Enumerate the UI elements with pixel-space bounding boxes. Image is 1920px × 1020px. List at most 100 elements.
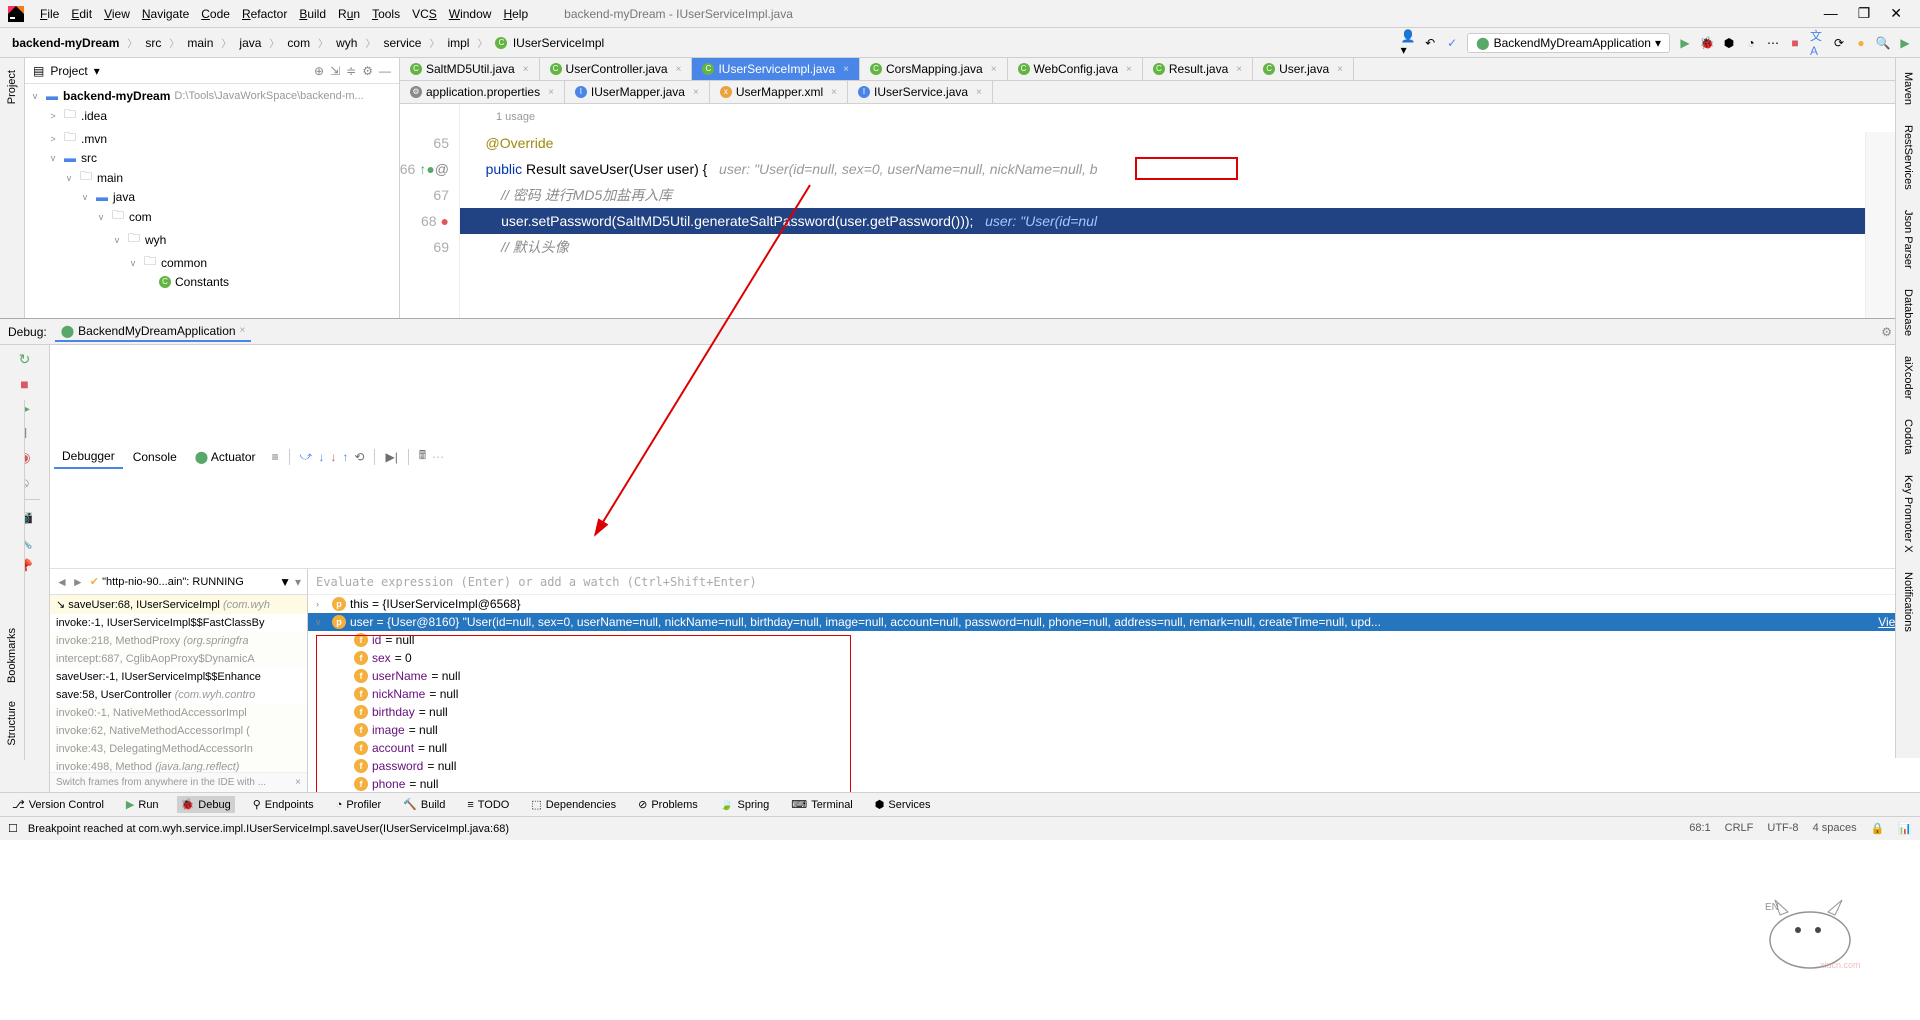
tool-spring[interactable]: 🍃 Spring <box>716 796 774 813</box>
sidebar-bookmarks[interactable]: Bookmarks <box>4 624 20 687</box>
tree-node[interactable]: v▬src <box>29 150 395 166</box>
step-into-icon[interactable]: ↓ <box>318 450 324 464</box>
frame-row[interactable]: invoke:62, NativeMethodAccessorImpl ( <box>50 722 307 740</box>
select-opened-icon[interactable]: ⊕ <box>314 64 324 78</box>
frame-row[interactable]: invoke:498, Method (java.lang.reflect) <box>50 758 307 772</box>
tool-version-control[interactable]: ⎇ Version Control <box>8 796 108 813</box>
debug-icon[interactable]: 🐞 <box>1700 36 1714 50</box>
stop-icon[interactable]: ■ <box>1788 36 1802 50</box>
menu-view[interactable]: View <box>98 5 136 23</box>
menu-run[interactable]: Run <box>332 5 366 23</box>
editor-tab[interactable]: CWebConfig.java× <box>1008 58 1143 80</box>
editor-tab[interactable]: CUser.java× <box>1253 58 1354 80</box>
expand-all-icon[interactable]: ⇲ <box>330 64 340 78</box>
trace-icon[interactable]: ⋯ <box>432 450 444 464</box>
search-icon[interactable]: 🔍 <box>1876 36 1890 50</box>
frame-row[interactable]: ↘ saveUser:68, IUserServiceImpl (com.wyh <box>50 595 307 614</box>
thread-selector[interactable]: ✔ "http-nio-90...ain": RUNNING <box>88 573 275 590</box>
avatar-icon[interactable]: ● <box>1854 36 1868 50</box>
tree-node[interactable]: v🗀common <box>29 251 395 274</box>
translate-icon[interactable]: 文A <box>1810 36 1824 50</box>
line-separator[interactable]: CRLF <box>1725 822 1754 835</box>
evaluate-icon[interactable]: 🖩 <box>419 446 426 467</box>
frame-row[interactable]: intercept:687, CglibAopProxy$DynamicA <box>50 650 307 668</box>
console-tab[interactable]: Console <box>125 446 185 468</box>
drop-frame-icon[interactable]: ⟲ <box>354 450 364 464</box>
menu-tools[interactable]: Tools <box>366 5 406 23</box>
tool-profiler[interactable]: ◔ Profiler <box>332 797 386 813</box>
menu-code[interactable]: Code <box>195 5 236 23</box>
menu-vcs[interactable]: VCS <box>406 5 443 23</box>
breadcrumb[interactable]: backend-myDream〉 src〉 main〉 java〉 com〉 w… <box>8 35 608 51</box>
tool-services[interactable]: ⬢ Services <box>871 796 935 813</box>
sidebar-structure[interactable]: Structure <box>4 697 20 750</box>
menu-window[interactable]: Window <box>443 5 498 23</box>
editor-tab[interactable]: CCorsMapping.java× <box>860 58 1008 80</box>
usage-hint[interactable]: 1 usage <box>460 104 1920 130</box>
editor-body[interactable]: ✔ 65 66 ↑● @ 67 68 ● 69 1 usage @Overrid… <box>400 104 1920 318</box>
close-icon[interactable]: ✕ <box>1890 5 1902 22</box>
frame-row[interactable]: saveUser:-1, IUserServiceImpl$$Enhance <box>50 668 307 686</box>
editor-tab[interactable]: ⚙application.properties× <box>400 81 565 103</box>
tool-build[interactable]: 🔨 Build <box>399 796 449 813</box>
tree-node[interactable]: >🗀.idea <box>29 104 395 127</box>
var-user[interactable]: vp user = {User@8160} "User(id=null, sex… <box>308 613 1920 631</box>
sidebar-aixcoder[interactable]: aiXcoder <box>1900 350 1916 405</box>
var-this[interactable]: ›p this = {IUserServiceImpl@6568} <box>308 595 1920 613</box>
frame-row[interactable]: invoke0:-1, NativeMethodAccessorImpl <box>50 704 307 722</box>
debugger-tab[interactable]: Debugger <box>54 445 123 469</box>
editor-tab[interactable]: CUserController.java× <box>540 58 693 80</box>
refresh-icon[interactable]: ⟳ <box>1832 36 1846 50</box>
frame-row[interactable]: invoke:218, MethodProxy (org.springfra <box>50 632 307 650</box>
codota-icon[interactable]: ▶ <box>1898 36 1912 50</box>
rerun-icon[interactable]: ↻ <box>19 351 31 368</box>
tool-run[interactable]: ▶ Run <box>122 796 163 813</box>
sidebar-maven[interactable]: Maven <box>1900 66 1916 111</box>
tree-node[interactable]: v🗀com <box>29 205 395 228</box>
step-over-icon[interactable]: ⤻ <box>300 449 313 464</box>
tool-problems[interactable]: ⊘ Problems <box>634 796 702 813</box>
tool-endpoints[interactable]: ⚲ Endpoints <box>249 796 318 813</box>
editor-tab[interactable]: CResult.java× <box>1143 58 1253 80</box>
sidebar-database[interactable]: Database <box>1900 283 1916 342</box>
tree-node[interactable]: v🗀main <box>29 166 395 189</box>
sidebar-codota[interactable]: Codota <box>1900 413 1916 460</box>
menu-navigate[interactable]: Navigate <box>136 5 195 23</box>
gear-icon[interactable]: ⚙ <box>1881 325 1892 339</box>
attach-icon[interactable]: ⋯ <box>1766 36 1780 50</box>
menu-file[interactable]: File <box>34 5 65 23</box>
editor-tab[interactable]: IIUserService.java× <box>848 81 993 103</box>
menu-help[interactable]: Help <box>497 5 534 23</box>
menu-edit[interactable]: Edit <box>65 5 98 23</box>
editor-tab[interactable]: xUserMapper.xml× <box>710 81 848 103</box>
memory-icon[interactable]: 📊 <box>1898 822 1912 835</box>
caret-position[interactable]: 68:1 <box>1689 822 1710 835</box>
gear-icon[interactable]: ⚙ <box>362 64 373 78</box>
project-tree[interactable]: v▬ backend-myDream D:\Tools\JavaWorkSpac… <box>25 84 399 294</box>
collapse-icon[interactable]: ≑ <box>346 64 356 78</box>
sidebar-json[interactable]: Json Parser <box>1900 204 1916 275</box>
run-icon[interactable]: ▶ <box>1678 36 1692 50</box>
user-icon[interactable]: 👤▾ <box>1401 36 1415 50</box>
tool-debug[interactable]: 🐞 Debug <box>177 796 235 813</box>
stop-icon[interactable]: ■ <box>20 376 28 392</box>
frame-row[interactable]: invoke:-1, IUserServiceImpl$$FastClassBy <box>50 614 307 632</box>
tool-terminal[interactable]: ⌨ Terminal <box>787 796 856 813</box>
tree-root[interactable]: v▬ backend-myDream D:\Tools\JavaWorkSpac… <box>29 88 395 104</box>
tree-node[interactable]: >🗀.mvn <box>29 127 395 150</box>
file-encoding[interactable]: UTF-8 <box>1767 822 1798 835</box>
step-out-icon[interactable]: ↑ <box>342 450 348 464</box>
filter-icon[interactable]: ▼ <box>279 575 291 589</box>
editor-tab[interactable]: CSaltMD5Util.java× <box>400 58 540 80</box>
editor-tab[interactable]: CIUserServiceImpl.java× <box>692 58 860 80</box>
status-icon[interactable]: ☐ <box>8 822 18 835</box>
back-icon[interactable]: ↶ <box>1423 36 1437 50</box>
menu-refactor[interactable]: Refactor <box>236 5 293 23</box>
tool-todo[interactable]: ≡ TODO <box>463 797 513 813</box>
frames-list[interactable]: ↘ saveUser:68, IUserServiceImpl (com.wyh… <box>50 595 307 772</box>
indent-info[interactable]: 4 spaces <box>1813 822 1857 835</box>
tree-node[interactable]: v▬java <box>29 189 395 205</box>
frame-row[interactable]: save:58, UserController (com.wyh.contro <box>50 686 307 704</box>
actuator-tab[interactable]: ⬤ Actuator <box>187 446 264 468</box>
menu-build[interactable]: Build <box>293 5 332 23</box>
